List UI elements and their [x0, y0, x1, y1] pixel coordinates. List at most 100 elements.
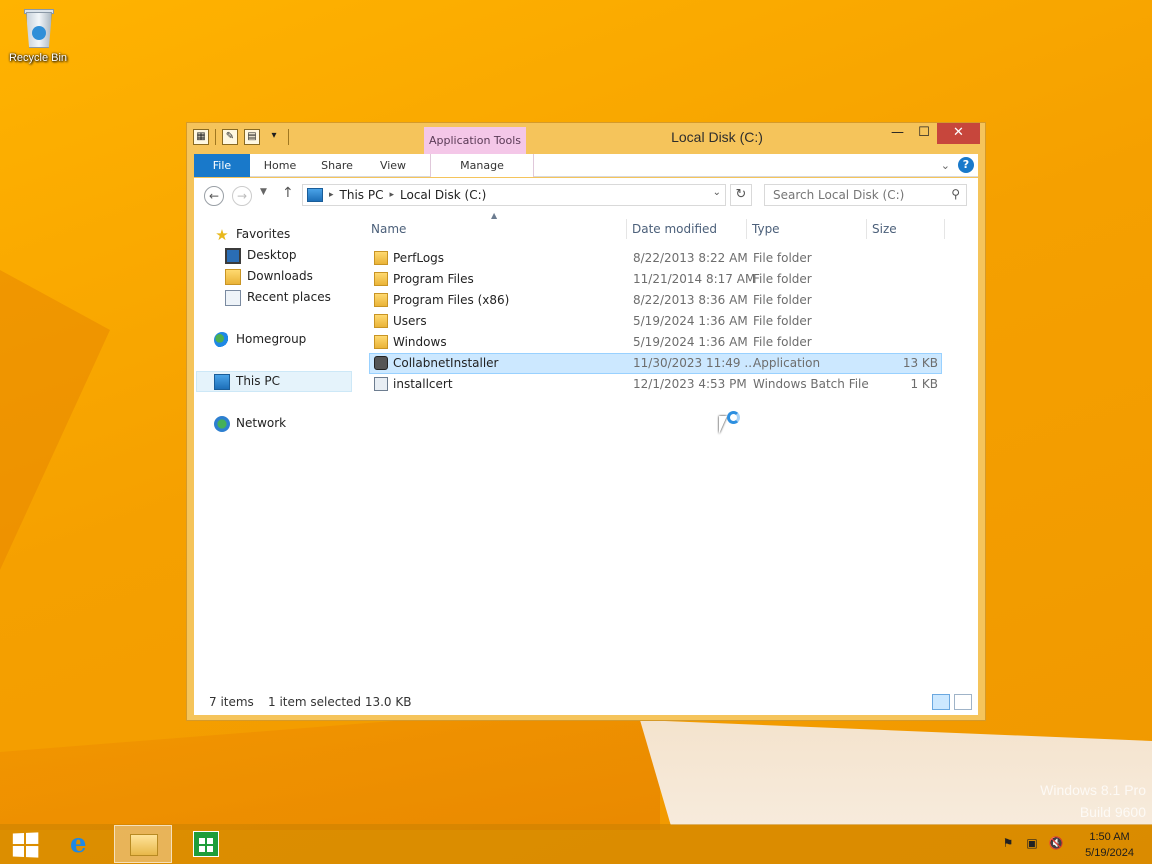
column-divider[interactable] [944, 219, 945, 239]
search-input[interactable] [773, 185, 943, 205]
nav-network[interactable]: Network [214, 413, 286, 434]
file-size: 13 KB [902, 356, 938, 370]
details-view-icon[interactable] [932, 694, 950, 710]
maximize-button[interactable]: ☐ [911, 123, 937, 144]
file-date: 11/30/2023 11:49 ... [633, 356, 756, 370]
file-type: File folder [753, 293, 812, 307]
column-divider[interactable] [746, 219, 747, 239]
file-row[interactable]: installcert 12/1/2023 4:53 PM Windows Ba… [369, 374, 942, 395]
wallpaper-shape [0, 270, 110, 570]
file-explorer-window: ▦ ✎ ▤ ▾ Application Tools Local Disk (C:… [186, 122, 986, 721]
application-icon [374, 356, 388, 370]
selection-info: 1 item selected 13.0 KB [268, 695, 412, 709]
start-button[interactable] [0, 825, 52, 863]
explorer-icon: ▦ [193, 129, 209, 145]
tab-view[interactable]: View [371, 154, 415, 177]
clock[interactable]: 1:50 AM 5/19/2024 [1085, 829, 1134, 861]
taskbar-file-explorer[interactable] [114, 825, 172, 863]
file-row[interactable]: Program Files 11/21/2014 8:17 AM File fo… [369, 269, 942, 290]
network-tray-icon[interactable]: ▣ [1024, 836, 1040, 850]
file-type: File folder [753, 251, 812, 265]
forward-button[interactable]: → [232, 186, 252, 206]
sort-ascending-icon: ▲ [491, 211, 498, 220]
file-list: ▲ Name Date modified Type Size PerfLogs … [369, 211, 978, 690]
refresh-button[interactable]: ↻ [730, 184, 752, 206]
nav-homegroup[interactable]: Homegroup [214, 329, 306, 350]
nav-desktop[interactable]: Desktop [225, 245, 297, 266]
search-box[interactable]: ⚲ [764, 184, 967, 206]
minimize-button[interactable]: — [884, 123, 911, 144]
status-bar: 7 items 1 item selected 13.0 KB [194, 690, 978, 715]
internet-explorer-icon: e [70, 829, 87, 859]
recent-locations-icon[interactable]: ▼ [260, 187, 267, 197]
nav-recent-places[interactable]: Recent places [225, 287, 331, 308]
this-pc-icon [307, 188, 323, 202]
file-type: Windows Batch File [753, 377, 869, 391]
batch-file-icon [374, 377, 388, 391]
new-folder-icon[interactable]: ▤ [244, 129, 260, 145]
nav-label: Favorites [236, 227, 291, 241]
large-icons-view-icon[interactable] [954, 694, 972, 710]
address-dropdown-icon[interactable]: ⌄ [713, 187, 721, 198]
content-area: ★ Favorites Desktop Downloads Recent pla… [194, 211, 978, 690]
tab-manage[interactable]: Manage [430, 154, 534, 177]
tab-file[interactable]: File [194, 154, 250, 177]
column-divider[interactable] [626, 219, 627, 239]
file-row[interactable]: Windows 5/19/2024 1:36 AM File folder [369, 332, 942, 353]
file-size: 1 KB [910, 377, 938, 391]
breadcrumb-separator-icon[interactable]: ▸ [329, 190, 334, 200]
file-row[interactable]: PerfLogs 8/22/2013 8:22 AM File folder [369, 248, 942, 269]
breadcrumb-local-disk[interactable]: Local Disk (C:) [400, 188, 486, 202]
folder-icon [374, 272, 388, 286]
tab-share[interactable]: Share [315, 154, 359, 177]
properties-icon[interactable]: ✎ [222, 129, 238, 145]
back-button[interactable]: ← [204, 186, 224, 206]
help-icon[interactable]: ? [958, 157, 974, 173]
ribbon-tabs: File Home Share View Manage ⌄ ? [194, 154, 978, 177]
recycle-bin-label: Recycle Bin [8, 52, 68, 64]
volume-muted-icon[interactable]: 🔇 [1048, 836, 1064, 850]
folder-icon [374, 335, 388, 349]
column-header-date[interactable]: Date modified [632, 211, 717, 247]
breadcrumb-this-pc[interactable]: This PC [340, 188, 384, 202]
file-explorer-icon [130, 834, 158, 856]
windows-logo-icon [12, 832, 39, 858]
nav-label: This PC [236, 374, 280, 388]
file-type: File folder [753, 314, 812, 328]
desktop-icon [225, 247, 241, 264]
watermark-edition: Windows 8.1 Pro [1040, 782, 1146, 798]
file-row[interactable]: Program Files (x86) 8/22/2013 8:36 AM Fi… [369, 290, 942, 311]
taskbar-internet-explorer[interactable]: e [58, 825, 108, 863]
file-type: Application [753, 356, 821, 370]
column-header-type[interactable]: Type [752, 211, 780, 247]
up-button[interactable]: ↑ [282, 185, 294, 201]
column-header-name[interactable]: Name [371, 211, 406, 247]
breadcrumb-separator-icon[interactable]: ▸ [389, 190, 394, 200]
network-icon [214, 415, 230, 432]
nav-label: Downloads [247, 269, 313, 283]
title-bar[interactable]: ▦ ✎ ▤ ▾ Application Tools Local Disk (C:… [187, 123, 985, 154]
file-row[interactable]: Users 5/19/2024 1:36 AM File folder [369, 311, 942, 332]
file-name: Users [393, 314, 427, 328]
contextual-tab-group: Application Tools [424, 127, 526, 154]
column-divider[interactable] [866, 219, 867, 239]
file-row-selected[interactable]: CollabnetInstaller 11/30/2023 11:49 ... … [369, 353, 942, 374]
expand-ribbon-icon[interactable]: ⌄ [941, 159, 950, 172]
nav-downloads[interactable]: Downloads [225, 266, 313, 287]
nav-label: Homegroup [236, 332, 307, 346]
customize-toolbar-icon[interactable]: ▾ [266, 129, 282, 145]
nav-this-pc[interactable]: This PC [196, 371, 352, 392]
taskbar-store[interactable] [176, 825, 234, 863]
recent-places-icon [225, 289, 241, 306]
file-date: 11/21/2014 8:17 AM [633, 272, 756, 286]
address-bar[interactable]: ▸ This PC ▸ Local Disk (C:) ⌄ [302, 184, 726, 206]
column-header-size[interactable]: Size [872, 211, 897, 247]
close-button[interactable]: ✕ [937, 123, 980, 144]
action-center-flag-icon[interactable]: ⚑ [1000, 836, 1016, 850]
search-icon[interactable]: ⚲ [951, 187, 960, 201]
nav-favorites[interactable]: ★ Favorites [214, 224, 290, 245]
busy-cursor-icon [719, 411, 745, 440]
tab-home[interactable]: Home [258, 154, 302, 177]
nav-label: Recent places [247, 290, 331, 304]
desktop-icon-recycle-bin[interactable]: Recycle Bin [4, 6, 72, 64]
